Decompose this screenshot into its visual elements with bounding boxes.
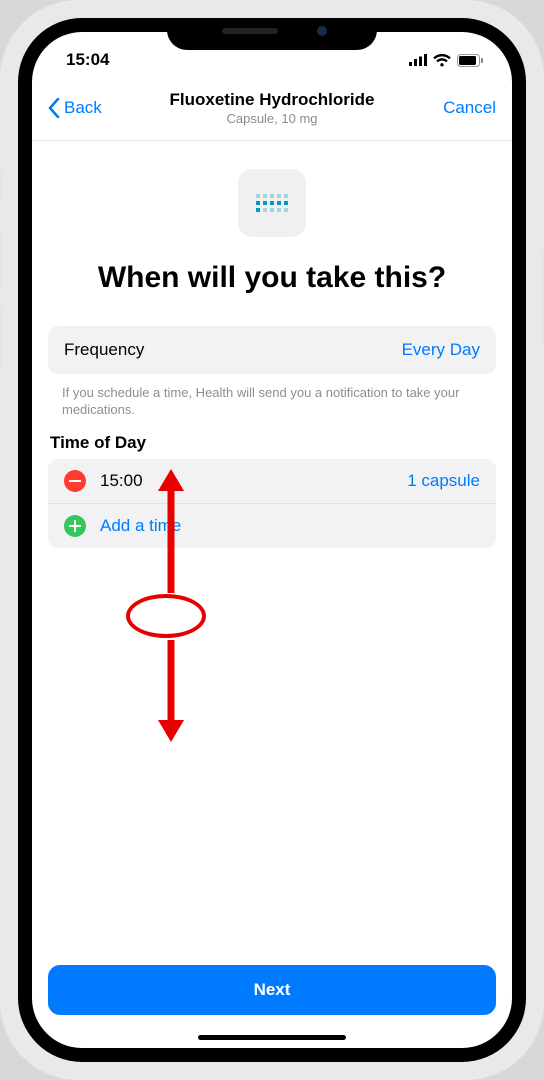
- time-of-day-label: Time of Day: [48, 433, 496, 453]
- screen: 15:04 Back Fluoxetine Hydrochloride Caps…: [32, 32, 512, 1048]
- hero: When will you take this?: [48, 141, 496, 302]
- page-title: Fluoxetine Hydrochloride: [120, 90, 424, 110]
- notch: [167, 18, 377, 50]
- content: When will you take this? Frequency Every…: [32, 141, 512, 1048]
- home-indicator[interactable]: [198, 1035, 346, 1040]
- time-quantity[interactable]: 1 capsule: [407, 471, 480, 491]
- plus-icon: [69, 520, 81, 532]
- calendar-icon: [238, 169, 306, 237]
- remove-time-button[interactable]: [64, 470, 86, 492]
- back-button[interactable]: Back: [48, 98, 120, 118]
- time-list: 15:00 1 capsule Add a time: [48, 459, 496, 548]
- cancel-button[interactable]: Cancel: [424, 98, 496, 118]
- add-time-row[interactable]: Add a time: [48, 504, 496, 548]
- phone-frame: 15:04 Back Fluoxetine Hydrochloride Caps…: [0, 0, 544, 1080]
- next-button[interactable]: Next: [48, 965, 496, 1015]
- nav-title-block: Fluoxetine Hydrochloride Capsule, 10 mg: [120, 90, 424, 126]
- time-value[interactable]: 15:00: [100, 471, 143, 491]
- add-time-button[interactable]: [64, 515, 86, 537]
- battery-icon: [457, 54, 484, 67]
- time-row: 15:00 1 capsule: [48, 459, 496, 504]
- frequency-label: Frequency: [64, 340, 144, 360]
- wifi-icon: [433, 54, 451, 67]
- frequency-row[interactable]: Frequency Every Day: [48, 326, 496, 374]
- hint-text: If you schedule a time, Health will send…: [48, 374, 496, 419]
- status-time: 15:04: [66, 50, 109, 70]
- cellular-icon: [409, 54, 427, 66]
- volume-down: [0, 306, 2, 368]
- hero-title: When will you take this?: [78, 261, 466, 296]
- frequency-value: Every Day: [402, 340, 480, 360]
- nav-bar: Back Fluoxetine Hydrochloride Capsule, 1…: [32, 80, 512, 141]
- page-subtitle: Capsule, 10 mg: [120, 111, 424, 126]
- chevron-left-icon: [48, 98, 60, 118]
- bezel: 15:04 Back Fluoxetine Hydrochloride Caps…: [18, 18, 526, 1062]
- back-label: Back: [64, 98, 102, 118]
- volume-up: [0, 230, 2, 292]
- status-icons: [409, 54, 484, 67]
- add-time-label: Add a time: [100, 516, 181, 536]
- minus-icon: [69, 480, 81, 482]
- mute-switch: [0, 170, 2, 204]
